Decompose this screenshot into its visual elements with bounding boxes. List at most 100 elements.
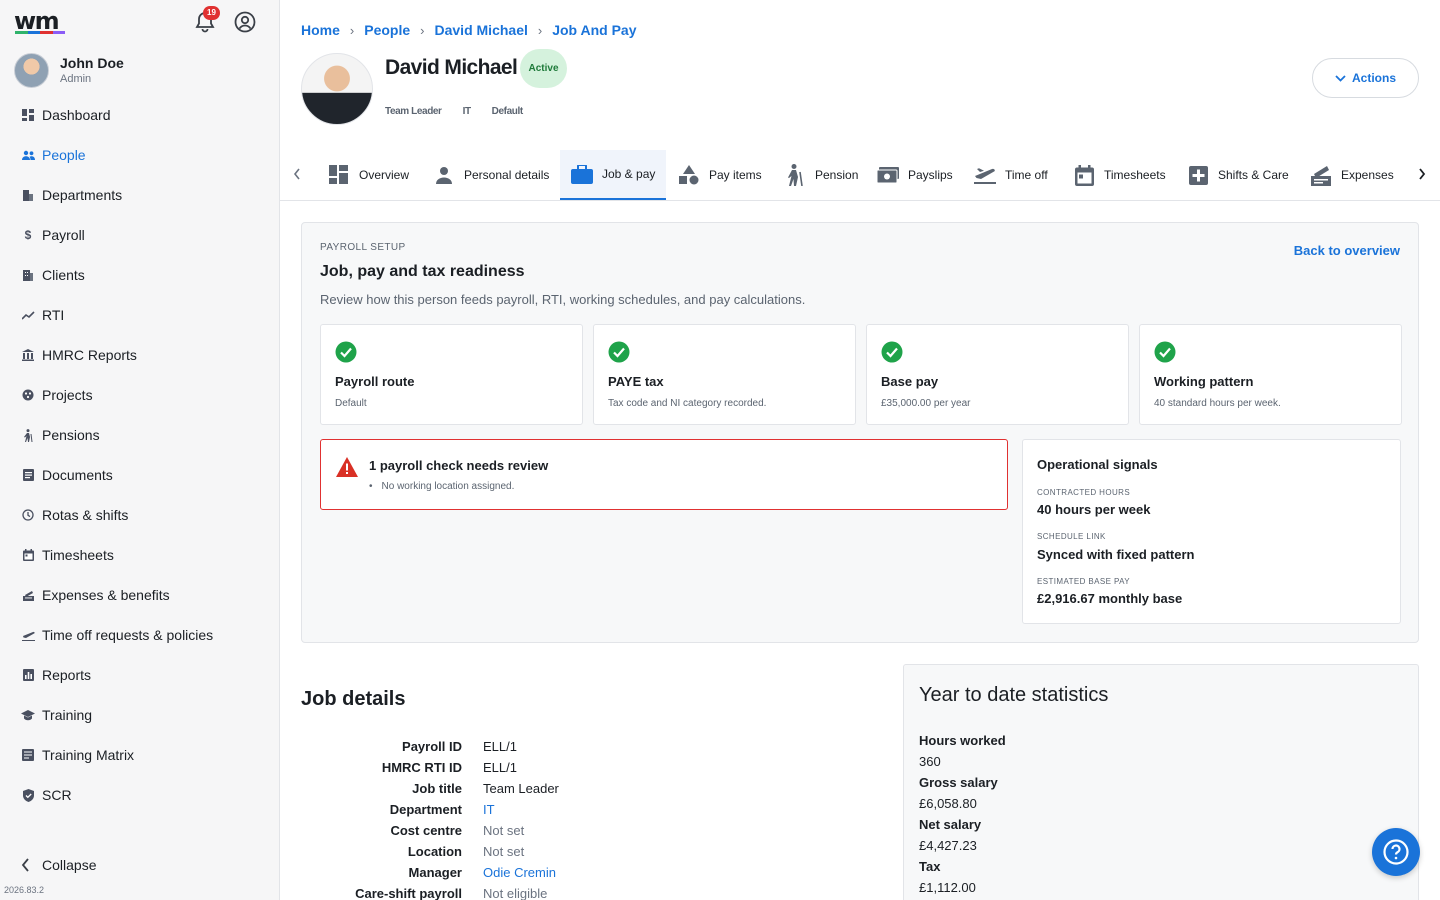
check-title: Base pay bbox=[881, 374, 939, 389]
sidebar-item-dashboard[interactable]: Dashboard bbox=[0, 95, 279, 135]
detail-row: Payroll ID ELL/1 bbox=[280, 736, 880, 757]
sidebar-item-label: RTI bbox=[42, 307, 65, 323]
check-circle-icon bbox=[608, 341, 630, 363]
tabs-scroll-right-icon[interactable] bbox=[1412, 164, 1432, 184]
breadcrumb-people[interactable]: People bbox=[364, 22, 410, 38]
plane-icon bbox=[21, 628, 35, 642]
tabs-scroll-left-icon[interactable] bbox=[287, 164, 307, 184]
sidebar-item-pensions[interactable]: Pensions bbox=[0, 415, 279, 455]
detail-key: Location bbox=[407, 844, 462, 859]
breadcrumb-current[interactable]: Job And Pay bbox=[552, 22, 636, 38]
sidebar-item-training-matrix[interactable]: Training Matrix bbox=[0, 735, 279, 775]
stat-value: £1,112.00 bbox=[919, 880, 976, 895]
shapes-icon bbox=[678, 164, 700, 186]
tab-expenses[interactable]: Expenses bbox=[1310, 150, 1394, 200]
trend-icon bbox=[21, 308, 35, 322]
tab-payslips[interactable]: Payslips bbox=[877, 150, 953, 200]
sidebar-item-label: Payroll bbox=[42, 227, 85, 243]
sidebar-item-label: HMRC Reports bbox=[42, 347, 137, 363]
profile-photo[interactable] bbox=[301, 53, 373, 125]
status-badge: Active bbox=[520, 49, 567, 88]
detail-value: ELL/1 bbox=[483, 739, 517, 754]
sidebar-item-timesheets[interactable]: Timesheets bbox=[0, 535, 279, 575]
bank-icon bbox=[21, 348, 35, 362]
sidebar-item-reports[interactable]: Reports bbox=[0, 655, 279, 695]
sidebar-item-label: SCR bbox=[42, 787, 72, 803]
tab-label: Pay items bbox=[709, 168, 762, 182]
tab-overview[interactable]: Overview bbox=[328, 150, 409, 200]
logo-text: wm bbox=[14, 7, 60, 35]
chevron-right-icon: › bbox=[420, 22, 425, 38]
tab-label: Overview bbox=[359, 168, 410, 182]
detail-key: Department bbox=[389, 802, 462, 817]
account-circle-icon[interactable] bbox=[233, 10, 257, 34]
avatar bbox=[14, 52, 49, 88]
department-link[interactable]: IT bbox=[483, 802, 495, 817]
sidebar-item-clients[interactable]: Clients bbox=[0, 255, 279, 295]
sidebar-item-scr[interactable]: SCR bbox=[0, 775, 279, 815]
sidebar-item-projects[interactable]: Projects bbox=[0, 375, 279, 415]
signal-value: 40 hours per week bbox=[1037, 502, 1151, 517]
current-user[interactable]: John Doe Admin bbox=[14, 52, 124, 88]
user-role: Admin bbox=[60, 72, 92, 85]
detail-row: Care-shift payroll Not eligible bbox=[280, 883, 880, 900]
sidebar-item-rti[interactable]: RTI bbox=[0, 295, 279, 335]
manager-link[interactable]: Odie Cremin bbox=[483, 865, 556, 880]
sidebar-nav: Dashboard People Departments $ Payroll C… bbox=[0, 95, 279, 815]
sidebar-item-expenses-benefits[interactable]: Expenses & benefits bbox=[0, 575, 279, 615]
tab-shifts-care[interactable]: Shifts & Care bbox=[1187, 150, 1289, 200]
sidebar-item-rotas-shifts[interactable]: Rotas & shifts bbox=[0, 495, 279, 535]
sidebar-item-people[interactable]: People bbox=[0, 135, 279, 175]
app-logo[interactable]: wm bbox=[14, 7, 66, 35]
detail-value: ELL/1 bbox=[483, 760, 517, 775]
sidebar-item-hmrc-reports[interactable]: HMRC Reports bbox=[0, 335, 279, 375]
check-subtitle: 40 standard hours per week. bbox=[1154, 398, 1281, 409]
tab-time-off[interactable]: Time off bbox=[974, 150, 1048, 200]
sidebar-item-label: Reports bbox=[42, 667, 92, 683]
actions-button[interactable]: Actions bbox=[1312, 58, 1419, 98]
sidebar: wm 19 John Doe Admin Dashboard People De… bbox=[0, 0, 280, 900]
check-title: Payroll route bbox=[335, 374, 415, 389]
breadcrumb-home[interactable]: Home bbox=[301, 22, 340, 38]
detail-row: Location Not set bbox=[280, 841, 880, 862]
tab-personal-details[interactable]: Personal details bbox=[433, 150, 549, 200]
pensions-icon bbox=[21, 428, 35, 442]
help-button[interactable] bbox=[1372, 828, 1420, 876]
person-chips: Team Leader IT Default bbox=[385, 106, 544, 117]
sidebar-item-label: Time off requests & policies bbox=[42, 627, 214, 643]
sidebar-item-documents[interactable]: Documents bbox=[0, 455, 279, 495]
stat-label: Net salary bbox=[919, 817, 982, 832]
signal-label: CONTRACTED HOURS bbox=[1037, 488, 1131, 497]
profile-tabs: Overview Personal details Job & pay Pay … bbox=[280, 150, 1440, 201]
tab-label: Shifts & Care bbox=[1218, 168, 1289, 182]
tab-timesheets[interactable]: Timesheets bbox=[1073, 150, 1166, 200]
sidebar-item-departments[interactable]: Departments bbox=[0, 175, 279, 215]
tab-pay-items[interactable]: Pay items bbox=[678, 150, 762, 200]
check-circle-icon bbox=[1154, 341, 1176, 363]
plus-box-icon bbox=[1187, 164, 1209, 186]
sidebar-item-time-off[interactable]: Time off requests & policies bbox=[0, 615, 279, 655]
sidebar-item-training[interactable]: Training bbox=[0, 695, 279, 735]
stat-value: £4,427.23 bbox=[919, 838, 977, 853]
detail-key: Job title bbox=[412, 781, 462, 796]
sidebar-item-payroll[interactable]: $ Payroll bbox=[0, 215, 279, 255]
expenses-icon bbox=[21, 588, 35, 602]
breadcrumb-person[interactable]: David Michael bbox=[435, 22, 528, 38]
job-details-title: Job details bbox=[301, 688, 406, 710]
chevron-left-icon bbox=[21, 858, 30, 872]
sidebar-item-label: Expenses & benefits bbox=[42, 587, 170, 603]
plane-icon bbox=[974, 164, 996, 186]
sidebar-item-label: Rotas & shifts bbox=[42, 507, 129, 523]
stat-value: 360 bbox=[919, 754, 941, 769]
ytd-title: Year to date statistics bbox=[919, 684, 1109, 706]
tab-pension[interactable]: Pension bbox=[784, 150, 858, 200]
briefcase-icon bbox=[571, 163, 593, 185]
check-subtitle: £35,000.00 per year bbox=[881, 398, 971, 409]
check-subtitle: Tax code and NI category recorded. bbox=[608, 398, 767, 409]
alert-title: 1 payroll check needs review bbox=[369, 458, 549, 473]
job-title-chip: Team Leader bbox=[385, 106, 442, 117]
tab-job-pay[interactable]: Job & pay bbox=[560, 150, 666, 200]
collapse-sidebar-button[interactable]: Collapse bbox=[21, 857, 96, 873]
detail-row: Manager Odie Cremin bbox=[280, 862, 880, 883]
back-to-overview-link[interactable]: Back to overview bbox=[1294, 243, 1400, 258]
